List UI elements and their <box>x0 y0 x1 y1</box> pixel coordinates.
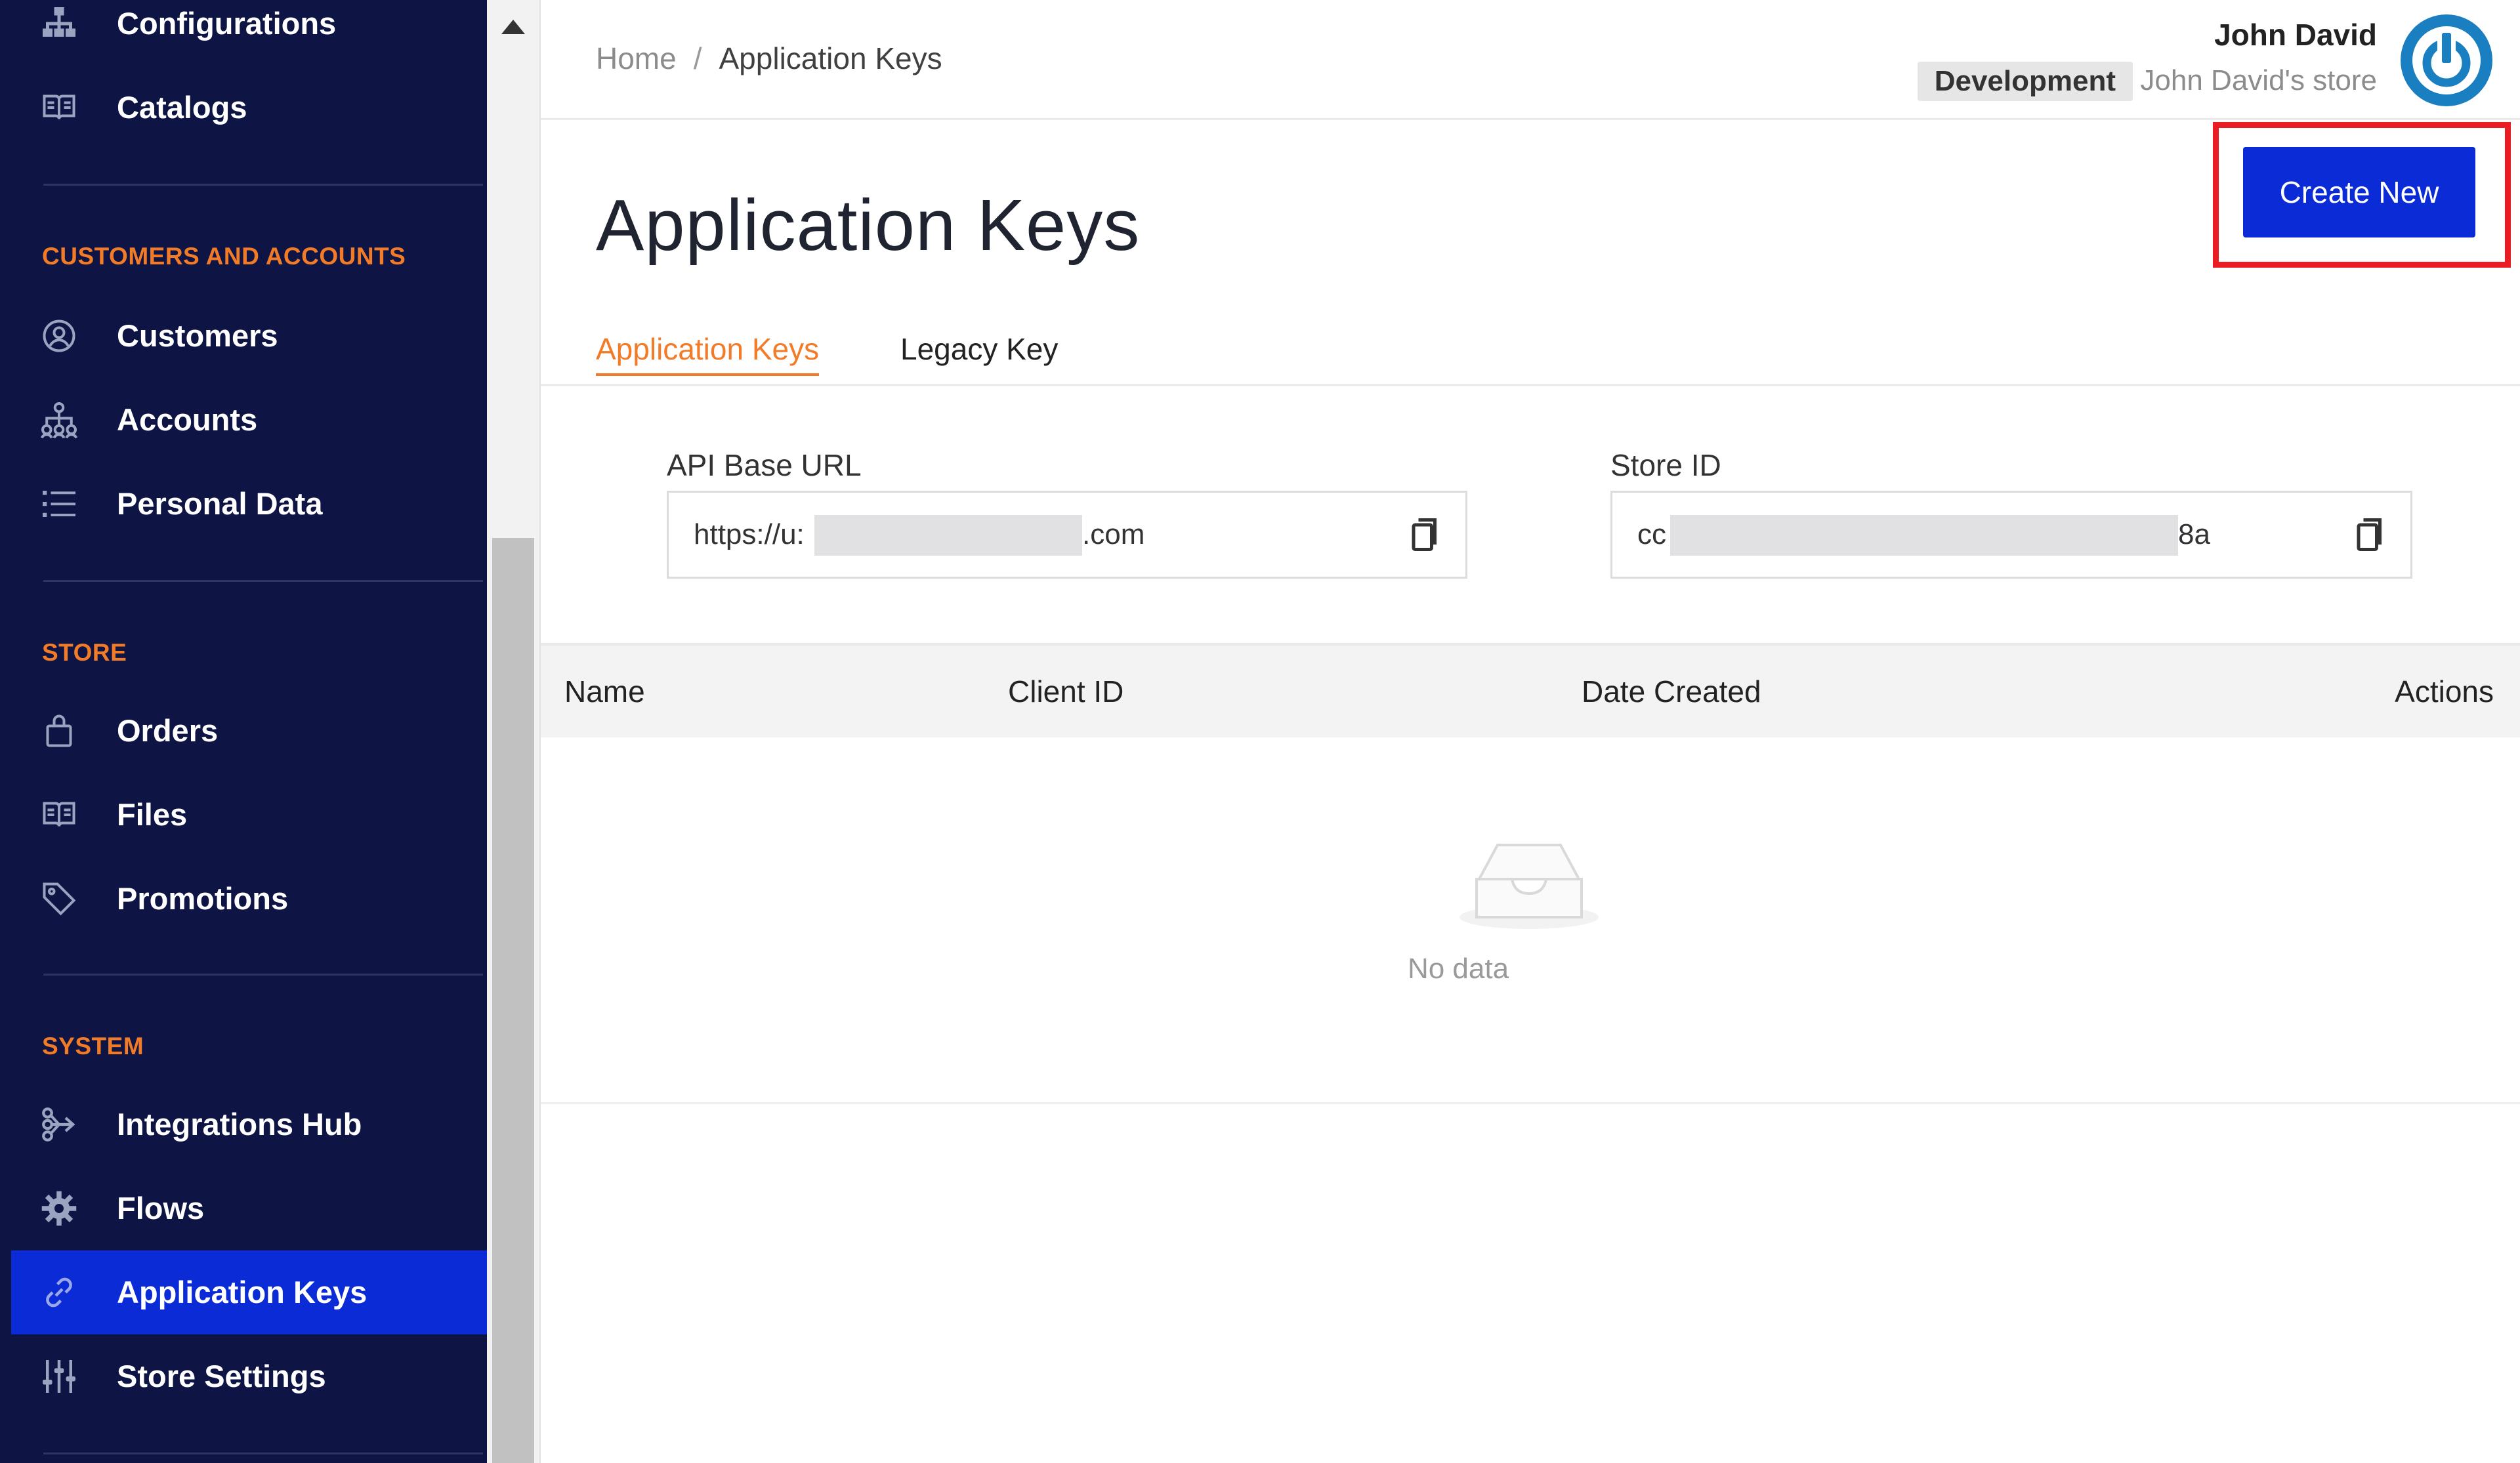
environment-badge: Development <box>1917 62 2133 101</box>
breadcrumb-separator: / <box>693 41 702 75</box>
user-name[interactable]: John David <box>2214 17 2377 52</box>
page-title: Application Keys <box>596 185 1141 266</box>
sidebar-item-label: Catalogs <box>117 90 247 125</box>
empty-inbox-icon <box>1460 844 1599 929</box>
tab-bar: Application Keys Legacy Key <box>541 331 2520 386</box>
store-id-value-suffix: 8a <box>2178 518 2210 550</box>
sidebar-item-customers[interactable]: Customers <box>0 294 487 378</box>
store-id-label: Store ID <box>1610 448 1721 482</box>
copy-icon[interactable] <box>1404 515 1443 554</box>
scroll-up-arrow-icon[interactable] <box>501 20 525 34</box>
sidebar-item-label: Files <box>117 797 188 832</box>
column-header-client-id[interactable]: Client ID <box>1008 646 1124 737</box>
sidebar-item-label: Store Settings <box>117 1359 326 1393</box>
create-new-button[interactable]: Create New <box>2243 147 2475 237</box>
sidebar-item-label: Flows <box>117 1191 205 1226</box>
table-bottom-border <box>541 1102 2520 1104</box>
sidebar-divider <box>43 580 483 582</box>
avatar[interactable] <box>2401 14 2492 106</box>
sidebar-item-configurations[interactable]: Configurations <box>0 0 487 66</box>
user-circle-icon <box>39 316 79 356</box>
sidebar-item-flows[interactable]: Flows <box>0 1166 487 1250</box>
section-heading-store: STORE <box>42 639 127 666</box>
sidebar-scrollbar[interactable] <box>487 0 541 1463</box>
breadcrumb-home-link[interactable]: Home <box>596 41 677 75</box>
org-chart-icon <box>39 400 79 440</box>
sidebar-item-orders[interactable]: Orders <box>0 689 487 773</box>
book-icon <box>39 795 79 835</box>
list-icon <box>39 484 79 524</box>
table-header: Name Client ID Date Created Actions <box>541 643 2520 737</box>
sidebar-item-label: Orders <box>117 713 219 748</box>
api-base-url-label: API Base URL <box>667 448 862 482</box>
api-base-url-value-suffix: .com <box>1082 518 1145 550</box>
redacted-value <box>1670 515 2178 556</box>
sidebar-item-integrations-hub[interactable]: Integrations Hub <box>0 1082 487 1166</box>
gear-icon <box>39 1189 79 1228</box>
sidebar-item-label: Accounts <box>117 402 258 437</box>
breadcrumb-current: Application Keys <box>719 41 942 75</box>
section-heading-system: SYSTEM <box>42 1033 144 1060</box>
sidebar-item-catalogs[interactable]: Catalogs <box>0 66 487 150</box>
sidebar-divider <box>43 974 483 976</box>
sidebar-item-label: Promotions <box>117 881 289 916</box>
bag-icon <box>39 711 79 751</box>
sidebar-divider <box>43 184 483 186</box>
store-id-value-prefix: cc <box>1637 518 1666 550</box>
column-header-date-created[interactable]: Date Created <box>1582 646 1761 737</box>
sidebar-item-label: Personal Data <box>117 486 323 521</box>
book-icon <box>39 88 79 127</box>
tag-icon <box>39 879 79 918</box>
top-bar: Home / Application Keys John David Develop… <box>541 0 2520 120</box>
sidebar-item-accounts[interactable]: Accounts <box>0 378 487 462</box>
power-icon <box>2401 14 2492 106</box>
sidebar-item-label: Application Keys <box>117 1275 368 1309</box>
sidebar-item-files[interactable]: Files <box>0 773 487 857</box>
sidebar: Configurations Catalogs CUSTOMERS AND AC… <box>0 0 487 1463</box>
sidebar-item-application-keys[interactable]: Application Keys <box>11 1250 487 1334</box>
empty-state-text: No data <box>1407 953 1509 985</box>
integrations-icon <box>39 1105 79 1144</box>
sidebar-item-label: Customers <box>117 318 278 353</box>
api-base-url-field[interactable]: https://u: .com <box>667 491 1467 579</box>
tab-application-keys[interactable]: Application Keys <box>596 331 820 376</box>
sliders-icon <box>39 1357 79 1396</box>
sidebar-item-store-settings[interactable]: Store Settings <box>0 1334 487 1418</box>
sidebar-item-label: Integrations Hub <box>117 1107 362 1142</box>
scrollbar-thumb[interactable] <box>492 538 534 1463</box>
column-header-name[interactable]: Name <box>564 646 645 737</box>
sidebar-item-promotions[interactable]: Promotions <box>0 857 487 941</box>
breadcrumb: Home / Application Keys <box>596 41 942 76</box>
sidebar-divider <box>43 1453 483 1454</box>
column-header-actions[interactable]: Actions <box>2395 646 2494 737</box>
copy-icon[interactable] <box>2349 515 2388 554</box>
sidebar-item-label: Configurations <box>117 6 337 41</box>
redacted-value <box>814 515 1082 556</box>
sidebar-item-personal-data[interactable]: Personal Data <box>0 462 487 546</box>
store-id-field[interactable]: cc 8a <box>1610 491 2412 579</box>
tab-legacy-key[interactable]: Legacy Key <box>900 331 1058 367</box>
store-name: John David's store <box>2140 64 2377 96</box>
hierarchy-icon <box>39 4 79 43</box>
api-base-url-value-prefix: https://u: <box>694 518 805 550</box>
section-heading-customers: CUSTOMERS AND ACCOUNTS <box>42 243 406 270</box>
main-content: Home / Application Keys John David Develop… <box>541 0 2520 1463</box>
key-link-icon <box>39 1273 79 1312</box>
